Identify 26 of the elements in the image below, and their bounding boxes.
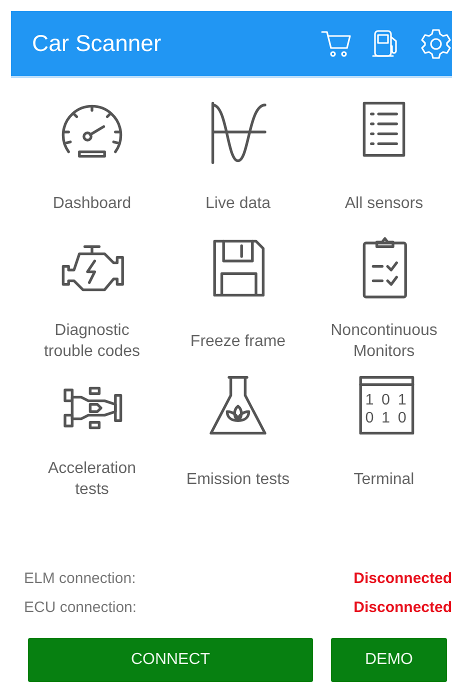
menu-label: Noncontinuous Monitors <box>330 321 438 362</box>
menu-tile[interactable]: Noncontinuous Monitors <box>311 234 452 368</box>
menu-label: Freeze frame <box>190 332 286 352</box>
menu-tile[interactable]: Emission tests <box>165 372 311 506</box>
menu-label: All sensors <box>344 194 424 214</box>
demo-button[interactable]: DEMO <box>331 638 447 682</box>
menu-tile[interactable]: Diagnostic trouble codes <box>19 234 165 368</box>
status-label: ELM connection: <box>24 570 136 587</box>
settings-icon[interactable] <box>420 28 452 60</box>
menu-label: Live data <box>206 194 270 214</box>
status-label: ECU connection: <box>24 599 137 616</box>
menu-tile[interactable]: Freeze frame <box>165 234 311 368</box>
app-title: Car Scanner <box>32 30 162 57</box>
menu-tile[interactable]: 1 0 1 0 1 0 Terminal <box>311 372 452 506</box>
menu-label: Dashboard <box>52 194 132 214</box>
menu-label: Emission tests <box>186 470 290 490</box>
menu-tile[interactable]: Acceleration tests <box>19 372 165 506</box>
menu-label: Diagnostic trouble codes <box>42 321 142 362</box>
menu-tile[interactable]: Dashboard <box>19 96 165 230</box>
status-value: Disconnected <box>354 599 452 616</box>
menu-tile[interactable]: Live data <box>165 96 311 230</box>
menu-tile[interactable]: All sensors <box>311 96 452 230</box>
status-value: Disconnected <box>354 570 452 587</box>
connect-button[interactable]: CONNECT <box>28 638 313 682</box>
menu-label: Terminal <box>354 470 414 490</box>
menu-label: Acceleration tests <box>46 459 138 500</box>
